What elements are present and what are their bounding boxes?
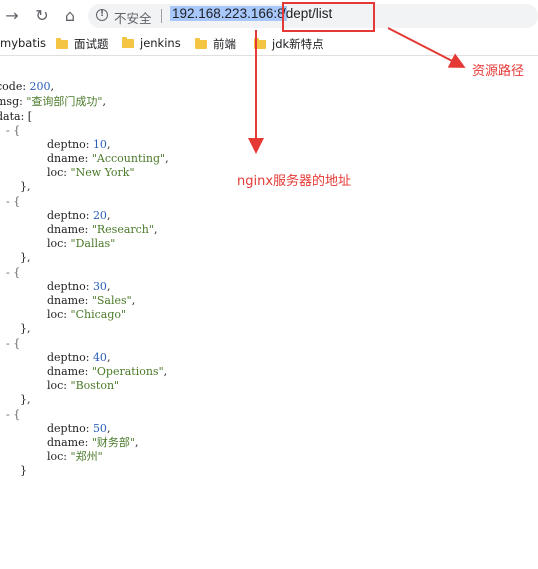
bookmarks-bar: mybatis 面试题 jenkins 前端 jdk新特点 — [0, 33, 538, 56]
json-string: "Accounting" — [91, 152, 166, 165]
bookmark-folder-jenkins[interactable]: jenkins — [122, 36, 181, 50]
separator — [161, 9, 162, 23]
json-close-brace: }, — [20, 180, 31, 193]
json-line-dname: dname: "Research", — [47, 223, 158, 236]
json-line-loc: loc: "New York" — [47, 166, 135, 179]
json-key: msg — [0, 95, 20, 108]
folder-icon — [56, 38, 68, 49]
bookmark-label: jenkins — [140, 36, 181, 50]
json-key: data — [0, 110, 21, 123]
bookmark-folder-jdk[interactable]: jdk新特点 — [254, 36, 324, 52]
json-line-loc: loc: "郑州" — [47, 450, 103, 463]
collapse-toggle[interactable]: - { — [6, 266, 20, 280]
bookmark-label: 面试题 — [74, 37, 109, 51]
json-string: "Chicago" — [70, 308, 127, 321]
resource-path-highlight-box — [282, 2, 375, 32]
json-line-deptno: deptno: 20, — [47, 209, 111, 222]
folder-icon — [254, 38, 266, 49]
collapse-toggle[interactable]: - { — [6, 337, 20, 351]
collapse-toggle[interactable]: - { — [6, 195, 20, 209]
bookmark-folder-interview[interactable]: 面试题 — [56, 36, 109, 52]
json-string: "Boston" — [70, 379, 120, 392]
json-string: "查询部门成功" — [26, 95, 103, 108]
json-line-loc: loc: "Dallas" — [47, 237, 116, 250]
json-number: 40 — [92, 351, 107, 364]
home-icon[interactable]: ⌂ — [60, 6, 80, 26]
json-number: 50 — [92, 422, 107, 435]
json-number: 20 — [92, 209, 107, 222]
json-line-dname: dname: "财务部", — [47, 436, 139, 449]
json-line-deptno: deptno: 30, — [47, 280, 111, 293]
json-line-dname: dname: "Accounting", — [47, 152, 169, 165]
json-line-data: data: [ — [0, 110, 32, 124]
json-viewer: code: 200, msg: "查询部门成功", data: [ - { de… — [0, 62, 538, 482]
folder-icon — [122, 37, 134, 48]
json-string: "Dallas" — [70, 237, 116, 250]
json-line-deptno: deptno: 40, — [47, 351, 111, 364]
json-string: "New York" — [70, 166, 135, 179]
json-close-brace: }, — [20, 393, 31, 406]
json-line-code: code: 200, — [0, 80, 54, 94]
json-string: "郑州" — [70, 450, 103, 463]
json-line-msg: msg: "查询部门成功", — [0, 95, 106, 109]
json-string: "Operations" — [91, 365, 164, 378]
bookmark-label: 前端 — [213, 37, 236, 51]
folder-icon — [195, 38, 207, 49]
json-number: 30 — [92, 280, 107, 293]
bookmark-label: jdk新特点 — [272, 37, 324, 51]
json-close-brace: } — [20, 464, 27, 477]
collapse-toggle[interactable]: - { — [6, 124, 20, 138]
json-string: "Sales" — [91, 294, 132, 307]
json-number: 200 — [29, 80, 51, 93]
bookmark-label: mybatis — [0, 36, 47, 50]
json-line-deptno: deptno: 10, — [47, 138, 111, 151]
insecure-label[interactable]: 不安全 — [114, 8, 152, 27]
reload-icon[interactable]: ↻ — [32, 6, 52, 26]
url-host[interactable]: 192.168.223.166:8 — [170, 6, 287, 21]
annotation-resource-path: 资源路径 — [472, 64, 525, 79]
json-close-brace: }, — [20, 322, 31, 335]
bookmark-mybatis[interactable]: mybatis — [0, 36, 46, 50]
collapse-toggle[interactable]: - { — [6, 408, 20, 422]
json-close-brace: }, — [20, 251, 31, 264]
bookmark-folder-frontend[interactable]: 前端 — [195, 36, 236, 52]
json-string: "财务部" — [91, 436, 135, 449]
json-line-loc: loc: "Chicago" — [47, 308, 127, 321]
json-string: "Research" — [91, 223, 154, 236]
json-key: code — [0, 80, 23, 93]
json-number: 10 — [92, 138, 107, 151]
browser-toolbar: → ↻ ⌂ ! 不安全 192.168.223.166:8 /dept/list — [0, 0, 538, 33]
info-icon[interactable]: ! — [96, 9, 108, 21]
json-line-deptno: deptno: 50, — [47, 422, 111, 435]
annotation-nginx-address: nginx服务器的地址 — [237, 174, 352, 189]
forward-arrow-icon[interactable]: → — [2, 6, 22, 26]
json-line-loc: loc: "Boston" — [47, 379, 120, 392]
json-line-dname: dname: "Operations", — [47, 365, 168, 378]
json-line-dname: dname: "Sales", — [47, 294, 136, 307]
